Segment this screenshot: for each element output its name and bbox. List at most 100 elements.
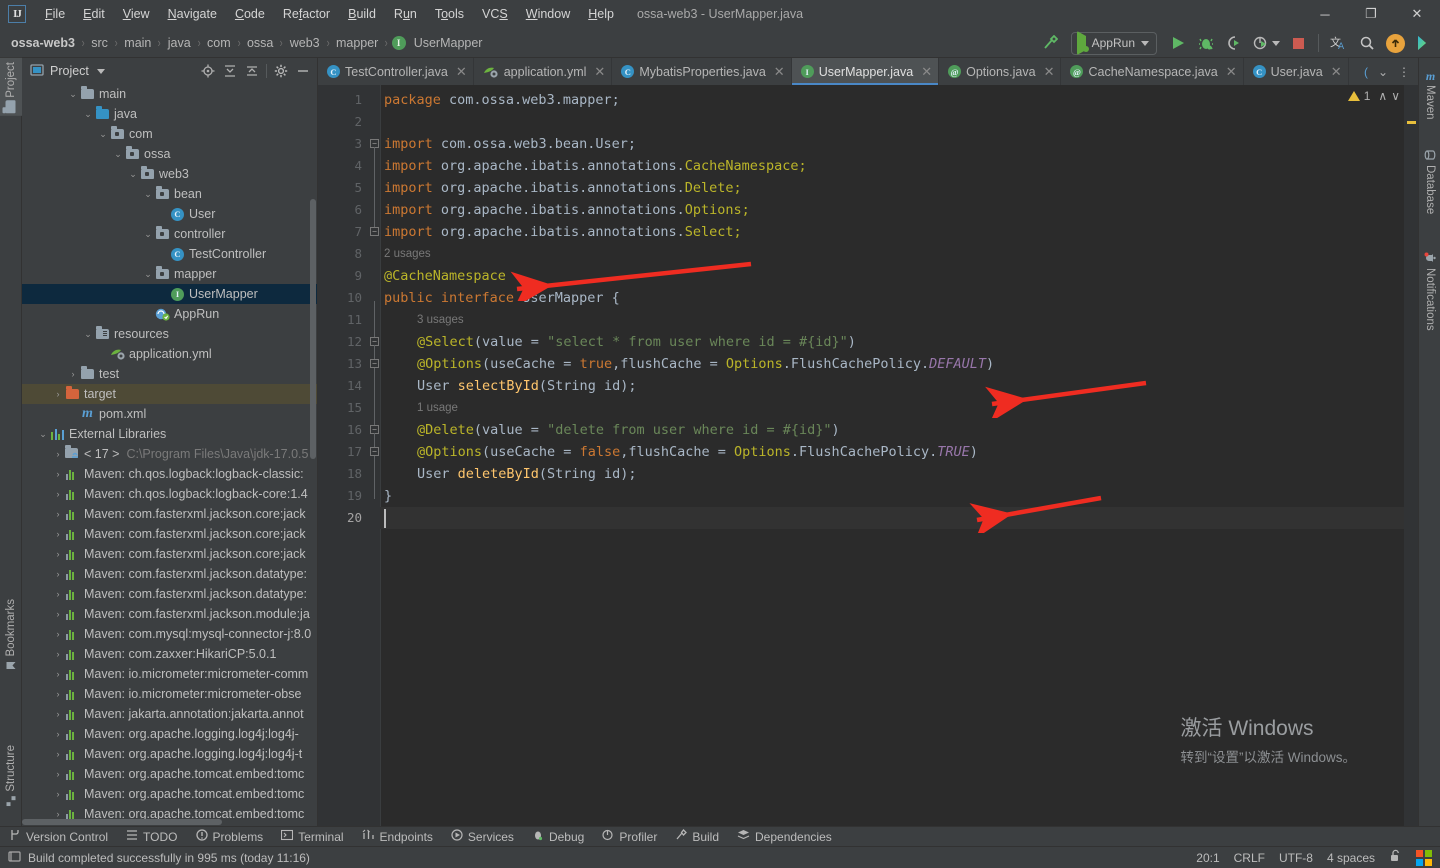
tree-node[interactable]: ⌄ main	[22, 84, 317, 104]
tree-node[interactable]: ⌄ bean	[22, 184, 317, 204]
tab-list-icon[interactable]: (	[1360, 63, 1372, 81]
tree-node[interactable]: › Maven: com.fasterxml.jackson.datatype:	[22, 584, 317, 604]
breadcrumb-main[interactable]: main	[121, 34, 154, 52]
update-icon[interactable]	[1382, 30, 1408, 56]
search-icon[interactable]	[1354, 30, 1380, 56]
editor-tab[interactable]: I UserMapper.java ✕	[791, 58, 940, 85]
bottom-tool-bar[interactable]: Version Control TODO Problems Terminal Endpo…	[0, 826, 1440, 846]
menu-run[interactable]: Run	[385, 3, 426, 25]
editor-tab[interactable]: C User.java ✕	[1244, 58, 1349, 85]
locate-icon[interactable]	[198, 61, 218, 81]
chevron-right-icon[interactable]: ›	[52, 549, 64, 559]
tree-node[interactable]: › Maven: com.fasterxml.jackson.core:jack	[22, 504, 317, 524]
minimize-button[interactable]: ─	[1302, 0, 1348, 28]
chevron-right-icon[interactable]: ›	[52, 629, 64, 639]
editor-tab[interactable]: @ CacheNamespace.java ✕	[1061, 58, 1244, 85]
prev-problem-icon[interactable]: ∧	[1378, 89, 1387, 103]
bottom-tool-version-control[interactable]: Version Control	[0, 827, 117, 847]
code-content[interactable]: 1 2 3 4 5 6 7 8 9 10 11 12 13 14 15 16 17 18 19 20 2 usages 3…	[318, 85, 1418, 826]
bottom-tool-profiler[interactable]: Profiler	[593, 827, 666, 847]
chevron-right-icon[interactable]: ›	[52, 469, 64, 479]
chevron-right-icon[interactable]: ›	[52, 489, 64, 499]
usage-hint[interactable]: 2 usages	[384, 243, 431, 265]
usage-hint[interactable]: 1 usage	[417, 397, 458, 419]
tree-node[interactable]: › Maven: com.fasterxml.jackson.datatype:	[22, 564, 317, 584]
tree-node[interactable]: ⌄ controller	[22, 224, 317, 244]
next-problem-icon[interactable]: ∨	[1391, 89, 1400, 103]
menu-navigate[interactable]: Navigate	[159, 3, 226, 25]
tree-node[interactable]: › Maven: org.apache.tomcat.embed:tomc	[22, 764, 317, 784]
menu-build[interactable]: Build	[339, 3, 385, 25]
bottom-tool-terminal[interactable]: Terminal	[272, 827, 352, 847]
menu-help[interactable]: Help	[579, 3, 623, 25]
tree-node[interactable]: › Maven: org.apache.logging.log4j:log4j-	[22, 724, 317, 744]
fold-delete-end-icon[interactable]: −	[370, 447, 379, 456]
menu-window[interactable]: Window	[517, 3, 579, 25]
chevron-right-icon[interactable]: ›	[52, 809, 64, 819]
editor-tab-bar[interactable]: C TestController.java ✕ application.yml ✕ C My…	[318, 58, 1418, 85]
tree-node[interactable]: › Maven: org.apache.logging.log4j:log4j-t	[22, 744, 317, 764]
stop-icon[interactable]	[1285, 30, 1311, 56]
tool-button-maven[interactable]: m Maven	[1419, 68, 1440, 124]
menu-refactor[interactable]: Refactor	[274, 3, 339, 25]
chevron-down-icon[interactable]: ⌄	[127, 169, 139, 180]
ide-icon[interactable]	[1410, 30, 1436, 56]
close-icon[interactable]: ✕	[1226, 64, 1237, 80]
chevron-right-icon[interactable]: ›	[52, 609, 64, 619]
more-options-icon[interactable]: ⋮	[1394, 63, 1414, 81]
breadcrumb-com[interactable]: com	[204, 34, 234, 52]
chevron-right-icon[interactable]: ›	[52, 769, 64, 779]
tree-node[interactable]: › Maven: ch.qos.logback:logback-classic:	[22, 464, 317, 484]
line-separator[interactable]: CRLF	[1234, 851, 1265, 865]
menu-tools[interactable]: Tools	[426, 3, 473, 25]
chevron-down-icon[interactable]: ⌄	[82, 109, 94, 120]
tree-node[interactable]: I UserMapper	[22, 284, 317, 304]
tree-node[interactable]: ⌄ java	[22, 104, 317, 124]
status-message-area[interactable]: Build completed successfully in 995 ms (…	[0, 850, 310, 866]
expand-all-icon[interactable]	[220, 61, 240, 81]
fold-imports-end-icon[interactable]: −	[370, 227, 379, 236]
breadcrumb-src[interactable]: src	[88, 34, 111, 52]
tree-node[interactable]: › Maven: io.micrometer:micrometer-obse	[22, 684, 317, 704]
menu-file[interactable]: File	[36, 3, 74, 25]
chevron-right-icon[interactable]: ›	[52, 789, 64, 799]
tool-button-project[interactable]: Project	[0, 58, 22, 116]
usage-hint[interactable]: 3 usages	[417, 309, 464, 331]
tree-node[interactable]: › Maven: jakarta.annotation:jakarta.annot	[22, 704, 317, 724]
close-icon[interactable]: ✕	[1044, 64, 1055, 80]
breadcrumb-mapper[interactable]: mapper	[333, 34, 381, 52]
chevron-down-icon[interactable]: ⌄	[1374, 63, 1392, 81]
chevron-down-icon[interactable]	[96, 68, 105, 74]
project-tree-hscrollbar[interactable]	[22, 819, 222, 825]
tree-node[interactable]: ⌄ ossa	[22, 144, 317, 164]
tree-node[interactable]: › test	[22, 364, 317, 384]
tree-node[interactable]: ⌄ web3	[22, 164, 317, 184]
error-stripe-gutter[interactable]	[1404, 85, 1418, 826]
close-icon[interactable]: ✕	[1331, 64, 1342, 80]
debug-icon[interactable]	[1193, 30, 1219, 56]
bottom-tool-todo[interactable]: TODO	[117, 827, 186, 847]
project-tree[interactable]: ⌄ main ⌄ java ⌄ com ⌄ ossa ⌄ web3 ⌄ bean C User ⌄ contr…	[22, 84, 317, 826]
hammer-icon[interactable]	[1037, 30, 1063, 56]
chevron-right-icon[interactable]: ›	[52, 749, 64, 759]
chevron-down-icon[interactable]: ⌄	[142, 269, 154, 280]
bottom-tool-debug[interactable]: Debug	[523, 827, 593, 847]
editor-tab[interactable]: application.yml ✕	[474, 58, 613, 85]
tree-node[interactable]: › Maven: ch.qos.logback:logback-core:1.4	[22, 484, 317, 504]
menu-code[interactable]: Code	[226, 3, 274, 25]
chevron-down-icon[interactable]: ⌄	[97, 129, 109, 140]
collapse-all-icon[interactable]	[242, 61, 262, 81]
chevron-right-icon[interactable]: ›	[52, 709, 64, 719]
chevron-down-icon[interactable]: ⌄	[37, 429, 49, 440]
maximize-button[interactable]: ❐	[1348, 0, 1394, 28]
chevron-right-icon[interactable]: ›	[52, 509, 64, 519]
tree-node[interactable]: › target	[22, 384, 317, 404]
tool-button-bookmarks[interactable]: Bookmarks	[0, 595, 22, 676]
chevron-right-icon[interactable]: ›	[52, 729, 64, 739]
breadcrumb-java[interactable]: java	[165, 34, 194, 52]
close-icon[interactable]: ✕	[594, 64, 605, 80]
tool-button-notifications[interactable]: Notifications	[1419, 248, 1440, 335]
gear-icon[interactable]	[271, 61, 291, 81]
chevron-right-icon[interactable]: ›	[67, 369, 79, 379]
caret-position[interactable]: 20:1	[1196, 851, 1219, 865]
